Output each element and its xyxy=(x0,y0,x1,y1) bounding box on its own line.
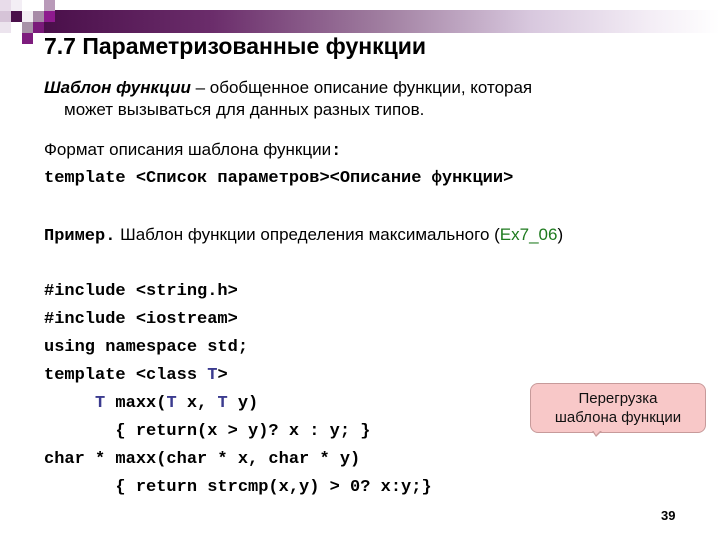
code-line-6: { return(x > y)? x : y; } xyxy=(44,422,371,441)
code-line-4: template <class T> xyxy=(44,365,228,387)
example-reference: Ex7_06 xyxy=(499,225,558,244)
code-line-5: T maxx(T x, T y) xyxy=(44,393,258,415)
page-number: 39 xyxy=(661,508,676,523)
decor-square xyxy=(11,0,22,11)
decor-square xyxy=(33,11,44,22)
format-label-text: Формат описания шаблона функции xyxy=(44,140,332,159)
overload-callout: Перегрузка шаблона функции xyxy=(530,383,706,433)
example-text: Шаблон функции определения максимального… xyxy=(115,225,500,244)
callout-line-1: Перегрузка xyxy=(578,390,658,407)
code-line-5-indent xyxy=(44,394,95,413)
decor-square xyxy=(22,11,33,22)
code-line-5-part: y) xyxy=(227,394,259,413)
example-close: ) xyxy=(557,225,564,244)
example-label: Пример. xyxy=(44,227,116,246)
callout-tail-fill xyxy=(593,430,601,435)
code-line-5-part: x, xyxy=(176,394,218,413)
definition-paragraph: Шаблон функции – обобщенное описание фун… xyxy=(44,77,664,121)
code-line-7: char * maxx(char * x, char * y) xyxy=(44,450,361,469)
definition-term: Шаблон функции xyxy=(44,78,191,97)
decor-square xyxy=(44,0,55,11)
format-syntax: template <Список параметров><Описание фу… xyxy=(44,169,514,188)
code-line-4-suffix: > xyxy=(217,366,228,385)
code-line-1: #include <string.h> xyxy=(44,282,238,301)
decor-square xyxy=(11,11,22,22)
format-label: Формат описания шаблона функции: xyxy=(44,140,341,161)
format-label-colon: : xyxy=(331,142,342,161)
type-param: T xyxy=(207,366,218,385)
decor-square xyxy=(0,11,11,22)
type-param: T xyxy=(95,394,106,413)
definition-text-line2: может вызываться для данных разных типов… xyxy=(64,100,425,119)
type-param: T xyxy=(166,394,177,413)
decor-square xyxy=(44,11,55,22)
code-line-5-part: maxx( xyxy=(105,394,167,413)
decor-square xyxy=(22,22,33,33)
definition-dash: – xyxy=(190,78,210,97)
decor-square xyxy=(0,22,11,33)
type-param: T xyxy=(217,394,228,413)
example-line: Пример. Шаблон функции определения макси… xyxy=(44,225,563,246)
code-line-4-prefix: template <class xyxy=(44,366,208,385)
code-line-8: { return strcmp(x,y) > 0? x:y;} xyxy=(44,478,432,497)
code-line-2: #include <iostream> xyxy=(44,310,238,329)
decor-square xyxy=(22,33,33,44)
callout-line-2: шаблона функции xyxy=(554,409,682,426)
decor-square xyxy=(33,22,44,33)
definition-text-line1: обобщенное описание функции, которая xyxy=(209,78,533,97)
header-gradient-band xyxy=(44,10,720,33)
decor-square xyxy=(0,0,11,11)
slide-title: 7.7 Параметризованные функции xyxy=(44,33,427,59)
code-line-3: using namespace std; xyxy=(44,338,249,357)
